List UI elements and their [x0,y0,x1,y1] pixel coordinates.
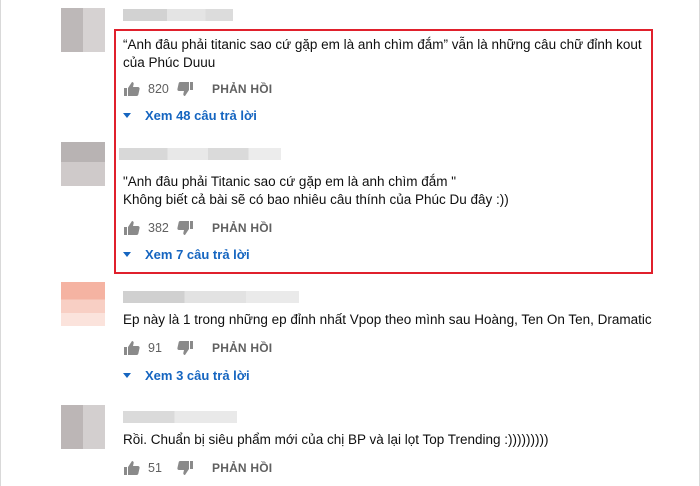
comment-text-line: Rồi. Chuẩn bị siêu phẩm mới của chị BP v… [123,432,549,447]
thumbs-up-icon[interactable] [123,460,141,476]
comments-panel: “Anh đâu phải titanic sao cứ gặp em là a… [0,0,700,486]
view-replies-label: Xem 3 câu trả lời [145,367,250,383]
comment-actions: 51 PHẢN HỒI [123,459,272,477]
comment-text-line: Ep này là 1 trong những ep đỉnh nhất Vpo… [123,312,652,327]
author-name[interactable] [123,291,299,303]
caret-down-icon [123,372,131,378]
like-count: 91 [148,341,162,355]
avatar[interactable] [61,142,105,186]
author-name[interactable] [123,9,233,21]
author-name[interactable] [123,411,237,423]
thumbs-down-icon[interactable] [176,340,194,356]
avatar[interactable] [61,405,105,449]
reply-button[interactable]: PHẢN HỒI [212,341,272,355]
thumbs-down-icon[interactable] [176,460,194,476]
thumbs-up-icon[interactable] [123,340,141,356]
highlight-box [114,29,653,274]
avatar[interactable] [61,8,105,52]
avatar[interactable] [61,282,105,326]
like-count: 51 [148,461,162,475]
view-replies-button[interactable]: Xem 3 câu trả lời [123,366,250,384]
reply-button[interactable]: PHẢN HỒI [212,461,272,475]
comment-actions: 91 PHẢN HỒI [123,339,272,357]
